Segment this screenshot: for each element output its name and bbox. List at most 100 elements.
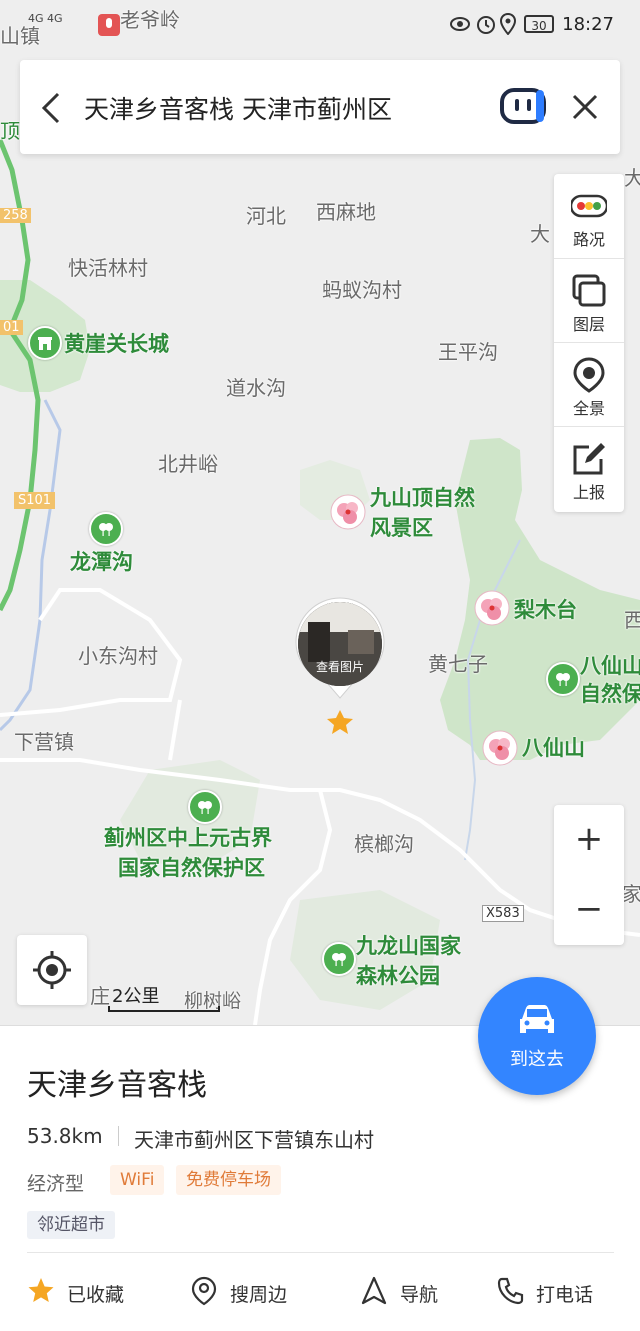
poi-label[interactable]: 龙潭沟 [70,546,133,576]
navigate-button[interactable]: 导航 [360,1266,460,1316]
location-pin-icon [191,1276,217,1306]
poi-label[interactable]: 森林公园 [356,960,440,990]
poi-label[interactable]: 国家自然保护区 [118,852,265,882]
status-bar: 4G 4G 30 18:27 [0,0,640,50]
blossom-icon[interactable] [330,494,366,530]
map-label: 河北 [246,204,286,228]
amenity-tag-parking: 免费停车场 [176,1165,281,1195]
view-photos-label: 查看图片 [315,660,364,674]
poi-label[interactable]: 风景区 [370,512,433,542]
nearby-tag: 邻近超市 [27,1211,115,1239]
panorama-button[interactable]: 全景 [554,342,624,427]
scenic-gate-icon[interactable] [28,326,62,360]
zoom-out-button[interactable]: − [554,875,624,945]
map-label: 顶 [0,119,20,143]
panorama-label: 全景 [572,399,605,418]
place-address: 天津市蓟州区下营镇东山村 [134,1128,374,1152]
divider [118,1126,119,1146]
blossom-icon[interactable] [482,730,518,766]
eye-icon [450,17,470,31]
navigate-label: 导航 [400,1284,439,1306]
map-label: 王平沟 [438,340,498,364]
call-button[interactable]: 打电话 [496,1266,606,1316]
place-distance: 53.8km [27,1124,103,1148]
park-tree-icon[interactable] [89,512,123,546]
voice-assistant-icon[interactable] [500,88,546,124]
panorama-pin-icon [573,357,605,393]
divider [27,1252,614,1253]
favorite-button[interactable]: 已收藏 [27,1266,137,1316]
map-label: 槟榔沟 [354,832,414,856]
map-label: 北井峪 [158,452,218,476]
map-label: 蚂蚁沟村 [322,278,402,302]
map-label: 快活林村 [68,256,148,280]
battery-level: 30 [531,19,547,33]
map-label: 庄 [90,984,110,1008]
scale-label: 2公里 [112,986,160,1007]
map-label: 道水沟 [226,376,286,400]
map-label: 黄七子 [428,652,488,676]
scale-bar [108,1006,220,1012]
amenity-tag-wifi: WiFi [110,1165,165,1195]
map-label: 下营镇 [14,730,74,754]
poi-label[interactable]: 九龙山国家 [356,930,461,960]
crosshair-icon [33,951,71,989]
place-type: 经济型 [27,1173,85,1195]
poi-label[interactable]: 九山顶自然 [370,482,475,512]
poi-label[interactable]: 蓟州区中上元古界 [104,822,272,852]
zoom-in-button[interactable]: + [554,805,624,875]
map-tools-panel: 路况 图层 全景 上报 [554,174,624,512]
poi-label[interactable]: 八仙山 [580,650,640,680]
edit-report-icon [573,443,605,475]
battery-indicator: 30 [524,15,554,33]
map-label: 家 [622,882,640,906]
location-pin[interactable]: 查看图片 [292,596,388,736]
poi-label[interactable]: 八仙山 [522,732,585,762]
zoom-controls: + − [554,805,624,945]
park-tree-icon[interactable] [546,662,580,696]
back-arrow-icon[interactable] [34,88,70,128]
car-icon [520,1005,554,1033]
poi-label[interactable]: 梨木台 [514,594,577,624]
traffic-button[interactable]: 路况 [554,174,624,258]
place-name: 天津乡音客栈 [27,1068,207,1103]
close-icon[interactable] [566,88,604,126]
search-nearby-label: 搜周边 [230,1284,288,1306]
poi-label[interactable]: 黄崖关长城 [64,328,169,358]
my-location-button[interactable] [17,935,87,1005]
park-tree-icon[interactable] [322,942,356,976]
phone-icon [497,1277,524,1305]
call-label: 打电话 [536,1284,594,1306]
road-shield-s101: S101 [14,492,56,509]
layers-button[interactable]: 图层 [554,258,624,343]
map-label: 西 [624,608,640,632]
road-shield-258: 258 [0,208,31,223]
star-icon [28,1278,54,1302]
search-query-text[interactable]: 天津乡音客栈 天津市蓟州区 [84,90,392,126]
alarm-icon [477,16,495,34]
road-shield-x583: X583 [482,905,524,922]
search-bar[interactable]: 天津乡音客栈 天津市蓟州区 [20,60,620,154]
location-status-icon [500,13,516,35]
network-indicator: 4G 4G [28,12,63,25]
map-label: 西麻地 [316,200,376,224]
layers-icon [572,274,606,307]
park-tree-icon[interactable] [188,790,222,824]
layers-label: 图层 [572,315,605,334]
traffic-label: 路况 [572,230,605,249]
go-here-label: 到这去 [510,1049,564,1070]
map-label: 大 [624,166,640,190]
report-button[interactable]: 上报 [554,426,624,511]
microphone-icon [98,14,120,36]
search-nearby-button[interactable]: 搜周边 [190,1266,300,1316]
traffic-light-icon [571,194,607,218]
map-label: 小东沟村 [78,644,158,668]
clock: 18:27 [562,14,614,35]
navigation-arrow-icon [361,1276,387,1305]
blossom-icon[interactable] [474,590,510,626]
favorite-label: 已收藏 [67,1284,125,1306]
go-here-button[interactable]: 到这去 [478,977,596,1095]
road-shield-01: 01 [0,320,23,335]
map-label: 大 [530,222,550,246]
poi-label[interactable]: 自然保 [580,678,640,708]
